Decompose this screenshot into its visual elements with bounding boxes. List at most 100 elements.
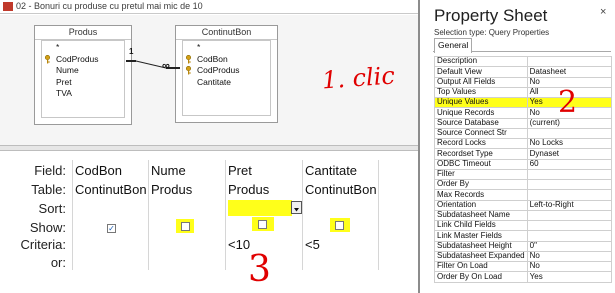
query-title: 02 - Bonuri cu produse cu pretul mai mic… bbox=[16, 1, 203, 11]
selection-type-label: Selection type: Query Properties bbox=[434, 28, 550, 37]
tab-general[interactable]: General bbox=[434, 38, 473, 53]
property-row[interactable]: Description bbox=[434, 55, 613, 68]
property-value[interactable]: No bbox=[526, 260, 613, 273]
grid-cell-field[interactable]: Nume bbox=[149, 162, 186, 180]
property-row[interactable]: Recordset Type Dynaset bbox=[434, 148, 613, 160]
property-value[interactable] bbox=[526, 168, 613, 181]
property-value[interactable]: Datasheet bbox=[526, 66, 613, 78]
table-continutbon-title[interactable]: ContinutBon bbox=[176, 26, 277, 40]
grid-cell-criteria[interactable]: <10 bbox=[226, 236, 250, 254]
property-row[interactable]: Order By bbox=[434, 178, 613, 191]
property-value[interactable] bbox=[526, 127, 613, 140]
property-value[interactable]: No bbox=[526, 250, 613, 263]
property-row[interactable]: Filter On Load No bbox=[434, 260, 613, 273]
annotation-step-3: 3 bbox=[248, 249, 271, 290]
property-value[interactable] bbox=[526, 189, 613, 201]
property-name: Top Values bbox=[434, 86, 528, 99]
property-row[interactable]: Orientation Left-to-Right bbox=[434, 199, 613, 211]
property-row[interactable]: Source Connect Str bbox=[434, 127, 613, 140]
grid-cell-table[interactable]: Produs bbox=[149, 181, 192, 199]
field-list-item[interactable]: Nume bbox=[42, 65, 124, 77]
column-divider[interactable] bbox=[378, 160, 379, 270]
property-row[interactable]: Subdatasheet Name bbox=[434, 209, 613, 222]
property-row[interactable]: Link Master Fields bbox=[434, 230, 613, 242]
property-row[interactable]: Output All Fields No bbox=[434, 76, 613, 88]
property-name: Source Database bbox=[434, 117, 528, 129]
property-name: Output All Fields bbox=[434, 76, 528, 88]
property-row[interactable]: Unique Values Yes bbox=[434, 96, 613, 109]
property-name: Source Connect Str bbox=[434, 127, 528, 140]
property-sheet-title: Property Sheet bbox=[434, 6, 548, 25]
property-row[interactable]: Link Child Fields bbox=[434, 219, 613, 232]
table-continutbon[interactable]: ContinutBon * CodBon CodProdus Cantitate bbox=[175, 25, 278, 123]
property-row[interactable]: Unique Records No bbox=[434, 107, 613, 119]
field-list-item[interactable]: * bbox=[183, 42, 270, 54]
grid-cell-field[interactable]: Pret bbox=[226, 162, 252, 180]
property-row[interactable]: Order By On Load Yes bbox=[434, 271, 613, 283]
property-row[interactable]: Subdatasheet Height 0" bbox=[434, 240, 613, 252]
property-row[interactable]: Default View Datasheet bbox=[434, 66, 613, 78]
relationship-one-label: 1 bbox=[129, 47, 134, 56]
show-checkbox-col2[interactable] bbox=[181, 222, 190, 231]
property-name: Unique Values bbox=[434, 96, 528, 109]
property-value[interactable] bbox=[526, 178, 613, 191]
sort-dropdown-button[interactable] bbox=[291, 201, 302, 214]
show-checkbox-col3[interactable] bbox=[258, 220, 267, 229]
property-value[interactable] bbox=[526, 219, 613, 232]
show-checkbox-col1[interactable]: ✓ bbox=[107, 224, 116, 233]
property-name: Subdatasheet Height bbox=[434, 240, 528, 252]
property-name: ODBC Timeout bbox=[434, 158, 528, 170]
row-label-or: or: bbox=[50, 255, 66, 270]
property-name: Subdatasheet Name bbox=[434, 209, 528, 222]
grid-cell-table[interactable]: ContinutBon bbox=[73, 181, 147, 199]
property-value[interactable] bbox=[526, 209, 613, 222]
field-list-item[interactable]: CodBon bbox=[183, 54, 270, 66]
table-produs-title[interactable]: Produs bbox=[35, 26, 131, 40]
property-value[interactable]: 60 bbox=[526, 158, 613, 170]
property-name: Unique Records bbox=[434, 107, 528, 119]
grid-cell-criteria[interactable]: <5 bbox=[303, 236, 320, 254]
property-row[interactable]: Source Database (current) bbox=[434, 117, 613, 129]
property-name: Link Master Fields bbox=[434, 230, 528, 242]
property-row[interactable]: Top Values All bbox=[434, 86, 613, 99]
property-value[interactable]: Left-to-Right bbox=[526, 199, 613, 211]
property-row[interactable]: ODBC Timeout 60 bbox=[434, 158, 613, 170]
close-icon[interactable]: × bbox=[600, 6, 606, 18]
property-value[interactable] bbox=[526, 230, 613, 242]
annotation-step-1: 1. clic bbox=[321, 61, 396, 95]
grid-cell-field[interactable]: Cantitate bbox=[303, 162, 357, 180]
property-name: Description bbox=[434, 55, 528, 68]
property-value[interactable]: Dynaset bbox=[526, 148, 613, 160]
property-name: Orientation bbox=[434, 199, 528, 211]
property-name: Order By On Load bbox=[434, 271, 528, 283]
relationship-line bbox=[126, 60, 180, 69]
property-row[interactable]: Subdatasheet Expanded No bbox=[434, 250, 613, 263]
query-icon bbox=[3, 2, 13, 11]
grid-cell-field[interactable]: CodBon bbox=[73, 162, 122, 180]
property-grid: Description Default View Datasheet Output A… bbox=[434, 55, 613, 283]
key-icon bbox=[185, 54, 192, 64]
property-row[interactable]: Record Locks No Locks bbox=[434, 137, 613, 150]
property-value[interactable]: No Locks bbox=[526, 137, 613, 150]
property-row[interactable]: Max Records bbox=[434, 189, 613, 201]
field-list-item[interactable]: CodProdus bbox=[183, 65, 270, 77]
annotation-step-2: 2 bbox=[558, 85, 578, 120]
property-name: Filter On Load bbox=[434, 260, 528, 273]
property-row[interactable]: Filter bbox=[434, 168, 613, 181]
key-icon bbox=[44, 54, 51, 64]
grid-cell-table[interactable]: Produs bbox=[226, 181, 269, 199]
field-list-item[interactable]: CodProdus bbox=[42, 54, 124, 66]
property-name: Default View bbox=[434, 66, 528, 78]
field-list-item[interactable]: Pret bbox=[42, 77, 124, 89]
property-value[interactable]: 0" bbox=[526, 240, 613, 252]
chevron-down-icon bbox=[294, 208, 299, 212]
table-produs[interactable]: Produs * CodProdus Nume Pret TVA bbox=[34, 25, 132, 125]
property-value[interactable] bbox=[526, 55, 613, 68]
property-value[interactable]: Yes bbox=[526, 271, 613, 283]
row-label-table: Table: bbox=[31, 182, 66, 197]
grid-cell-table[interactable]: ContinutBon bbox=[303, 181, 377, 199]
show-checkbox-col4[interactable] bbox=[335, 221, 344, 230]
field-list-item[interactable]: TVA bbox=[42, 88, 124, 100]
field-list-item[interactable]: Cantitate bbox=[183, 77, 270, 89]
field-list-item[interactable]: * bbox=[42, 42, 124, 54]
